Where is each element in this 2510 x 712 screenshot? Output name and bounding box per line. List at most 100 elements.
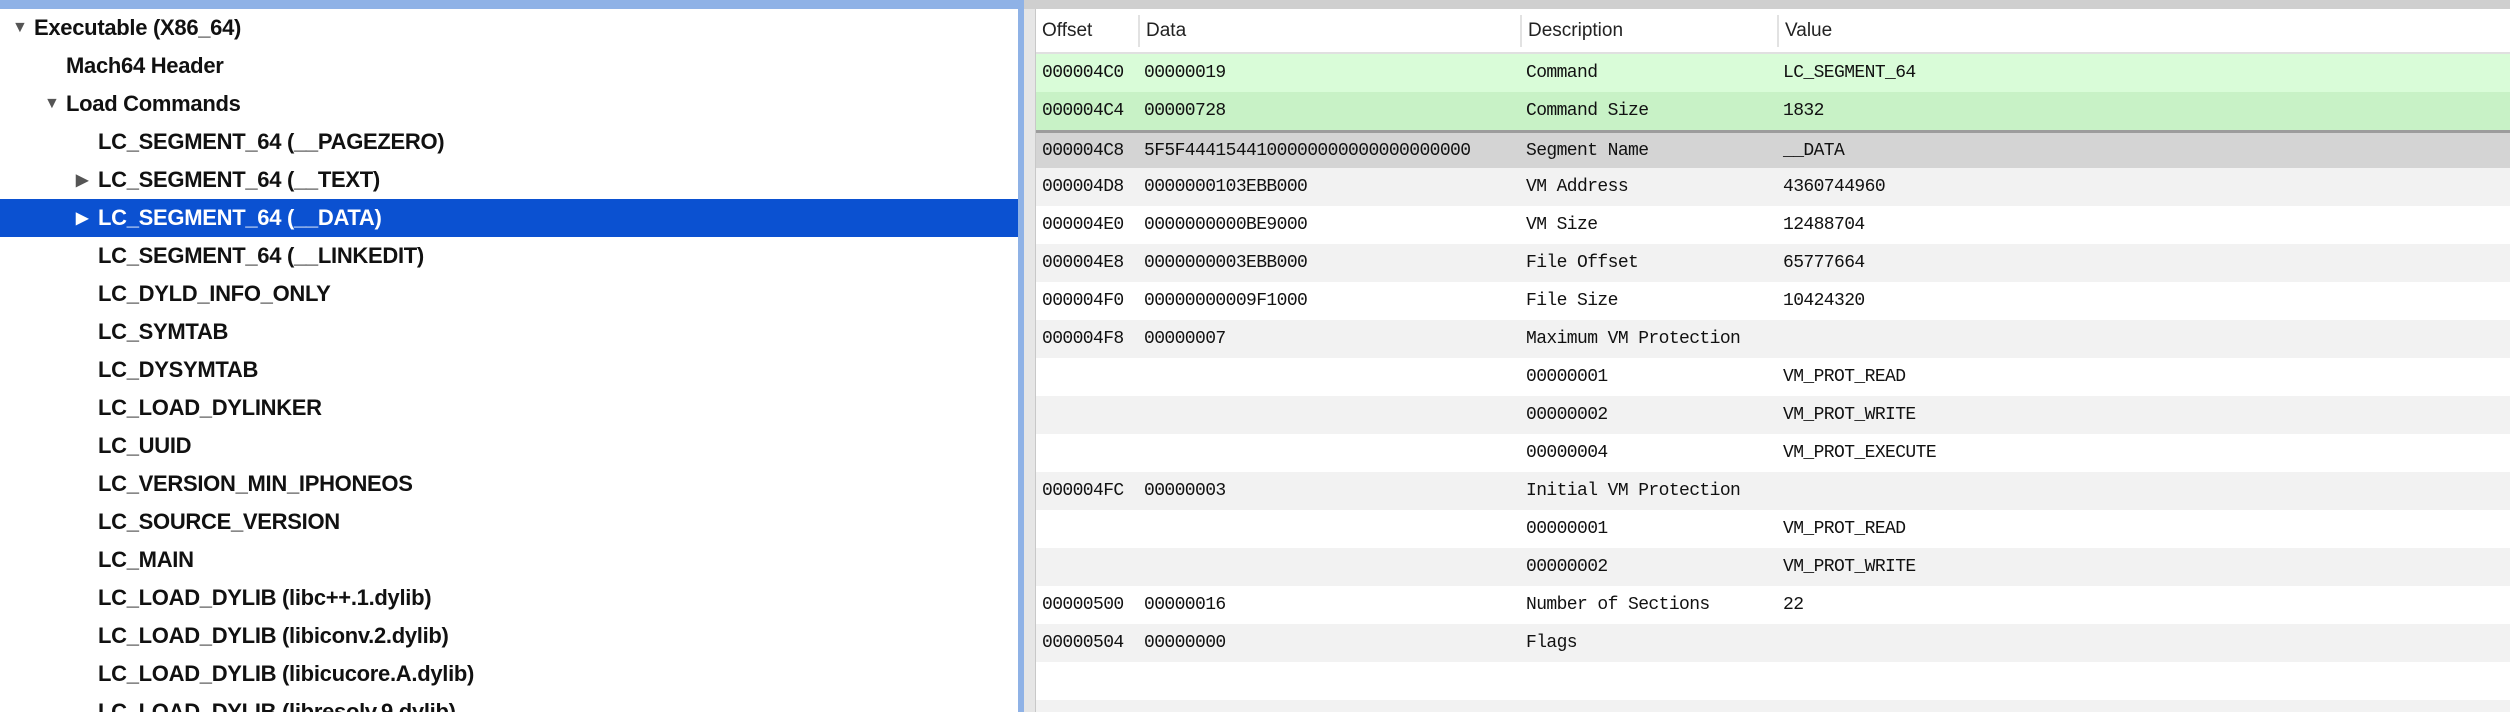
column-header-value[interactable]: Value	[1777, 14, 2510, 47]
cell-offset: 000004FC	[1042, 481, 1124, 501]
split-view-divider[interactable]	[1024, 9, 1036, 712]
table-row[interactable]: 000004FC 00000003 Initial VM Protection	[1036, 472, 2510, 510]
cell-desc: 00000001	[1526, 519, 1608, 539]
cell-desc: Number of Sections	[1526, 595, 1710, 615]
cell-desc: Command	[1526, 63, 1598, 83]
tree-item[interactable]: LC_SEGMENT_64 (__PAGEZERO)	[0, 123, 1018, 161]
column-header-offset[interactable]: Offset	[1036, 15, 1138, 47]
cell-desc: Segment Name	[1526, 140, 1649, 161]
cell-value: __DATA	[1783, 140, 1845, 161]
table-row[interactable]: 00000504 00000000 Flags	[1036, 624, 2510, 662]
cell-offset: 000004D8	[1042, 177, 1124, 197]
tree-item[interactable]: LC_SEGMENT_64 (__LINKEDIT)	[0, 237, 1018, 275]
cell-value: VM_PROT_READ	[1783, 519, 1906, 539]
cell-desc: 00000001	[1526, 367, 1608, 387]
cell-data: 00000000	[1144, 633, 1226, 653]
tree-item[interactable]: LC_VERSION_MIN_IPHONEOS	[0, 465, 1018, 503]
tree-item-label: LC_SOURCE_VERSION	[98, 509, 340, 534]
table-row[interactable]: 000004F8 00000007 Maximum VM Protection	[1036, 320, 2510, 358]
table-row[interactable]: 00000001 VM_PROT_READ	[1036, 358, 2510, 396]
tree-item-label: LC_DYLD_INFO_ONLY	[98, 281, 331, 306]
cell-desc: VM Address	[1526, 177, 1629, 197]
table-row[interactable]: 00000500 00000016 Number of Sections 22	[1036, 586, 2510, 624]
disclosure-triangle-expanded-icon[interactable]: ▼	[44, 95, 60, 113]
tree-item[interactable]: ▼ Load Commands	[0, 85, 1018, 123]
tree-item[interactable]: LC_LOAD_DYLIB (libicucore.A.dylib)	[0, 655, 1018, 693]
tree-item-label: LC_LOAD_DYLINKER	[98, 395, 322, 420]
table-row[interactable]: 000004D8 0000000103EBB000 VM Address 436074…	[1036, 168, 2510, 206]
table-row[interactable]: 000004E0 0000000000BE9000 VM Size 12488704	[1036, 206, 2510, 244]
tree-item[interactable]: ▶ LC_SEGMENT_64 (__TEXT)	[0, 161, 1018, 199]
tree-item[interactable]: LC_MAIN	[0, 541, 1018, 579]
cell-data: 00000007	[1144, 329, 1226, 349]
table-row[interactable]: 000004C0 00000019 Command LC_SEGMENT_64	[1036, 54, 2510, 92]
cell-data: 00000016	[1144, 595, 1226, 615]
cell-offset: 000004C4	[1042, 101, 1124, 121]
cell-desc: Command Size	[1526, 101, 1649, 121]
tree-item[interactable]: LC_UUID	[0, 427, 1018, 465]
tree-item-label: LC_LOAD_DYLIB (libicucore.A.dylib)	[98, 661, 475, 686]
table-row[interactable]: 00000002 VM_PROT_WRITE	[1036, 548, 2510, 586]
cell-data: 00000019	[1144, 63, 1226, 83]
table-row[interactable]: 000004F0 00000000009F1000 File Size 1042432…	[1036, 282, 2510, 320]
tree-item[interactable]: LC_DYLD_INFO_ONLY	[0, 275, 1018, 313]
table-row[interactable]: 00000004 VM_PROT_EXECUTE	[1036, 434, 2510, 472]
tree-item-label: LC_LOAD_DYLIB (libc++.1.dylib)	[98, 585, 432, 610]
cell-value: 12488704	[1783, 215, 1865, 235]
cell-data: 0000000003EBB000	[1144, 253, 1308, 273]
cell-desc: 00000002	[1526, 405, 1608, 425]
tree-item[interactable]: LC_SYMTAB	[0, 313, 1018, 351]
cell-value: LC_SEGMENT_64	[1783, 63, 1916, 83]
tree-item[interactable]: ▶ LC_SEGMENT_64 (__DATA)	[0, 199, 1018, 237]
cell-value: 22	[1783, 595, 1804, 615]
table-row[interactable]	[1036, 662, 2510, 700]
cell-offset: 000004C8	[1042, 140, 1124, 161]
cell-value: 1832	[1783, 101, 1824, 121]
table-row[interactable]: 000004E8 0000000003EBB000 File Offset 65777…	[1036, 244, 2510, 282]
cell-offset: 000004E8	[1042, 253, 1124, 273]
tree-item-label: LC_SEGMENT_64 (__TEXT)	[98, 167, 380, 192]
cell-desc: File Offset	[1526, 253, 1639, 273]
disclosure-triangle-collapsed-icon[interactable]: ▶	[76, 208, 88, 228]
column-header-description[interactable]: Description	[1520, 14, 1777, 47]
load-commands-tree[interactable]: ▼ Executable (X86_64) Mach64 Header ▼ Load C…	[0, 0, 1024, 712]
tree-item-label: LC_LOAD_DYLIB (libresolv.9.dylib)	[98, 699, 456, 712]
tree-item[interactable]: LC_LOAD_DYLINKER	[0, 389, 1018, 427]
table-row[interactable]: 000004C8 5F5F4441544100000000000000000000…	[1036, 130, 2510, 168]
cell-value: 65777664	[1783, 253, 1865, 273]
tree-item[interactable]: LC_LOAD_DYLIB (libiconv.2.dylib)	[0, 617, 1018, 655]
tree-item[interactable]: LC_DYSYMTAB	[0, 351, 1018, 389]
tree-item-label: LC_SEGMENT_64 (__DATA)	[98, 205, 382, 230]
cell-data: 5F5F4441544100000000000000000000	[1144, 140, 1471, 161]
cell-desc: Initial VM Protection	[1526, 481, 1741, 501]
tree-item-label: LC_VERSION_MIN_IPHONEOS	[98, 471, 413, 496]
tree-item[interactable]: Mach64 Header	[0, 47, 1018, 85]
tree-item-label: LC_LOAD_DYLIB (libiconv.2.dylib)	[98, 623, 449, 648]
tree-item-label: LC_DYSYMTAB	[98, 357, 259, 382]
tree-item-label: LC_UUID	[98, 433, 192, 458]
tree-item-label: Load Commands	[66, 91, 241, 116]
tree-item[interactable]: LC_LOAD_DYLIB (libc++.1.dylib)	[0, 579, 1018, 617]
disclosure-triangle-collapsed-icon[interactable]: ▶	[76, 170, 88, 190]
cell-data: 00000000009F1000	[1144, 291, 1308, 311]
table-body: 000004C0 00000019 Command LC_SEGMENT_64 0000…	[1036, 54, 2510, 712]
table-row[interactable]	[1036, 700, 2510, 712]
cell-desc: File Size	[1526, 291, 1618, 311]
cell-value: 10424320	[1783, 291, 1865, 311]
cell-offset: 000004F8	[1042, 329, 1124, 349]
cell-data: 0000000000BE9000	[1144, 215, 1308, 235]
tree-item-label: Executable (X86_64)	[34, 15, 242, 40]
column-header-data[interactable]: Data	[1138, 14, 1520, 47]
table-row[interactable]: 00000002 VM_PROT_WRITE	[1036, 396, 2510, 434]
table-row[interactable]: 000004C4 00000728 Command Size 1832	[1036, 92, 2510, 130]
cell-data: 0000000103EBB000	[1144, 177, 1308, 197]
tree-item-label: LC_MAIN	[98, 547, 194, 572]
table-row[interactable]: 00000001 VM_PROT_READ	[1036, 510, 2510, 548]
cell-desc: 00000004	[1526, 443, 1608, 463]
cell-offset: 00000500	[1042, 595, 1124, 615]
disclosure-triangle-expanded-icon[interactable]: ▼	[12, 19, 28, 37]
tree-item[interactable]: ▼ Executable (X86_64)	[0, 9, 1018, 47]
tree-item[interactable]: LC_LOAD_DYLIB (libresolv.9.dylib)	[0, 693, 1018, 712]
tree-item-label: LC_SYMTAB	[98, 319, 229, 344]
tree-item[interactable]: LC_SOURCE_VERSION	[0, 503, 1018, 541]
